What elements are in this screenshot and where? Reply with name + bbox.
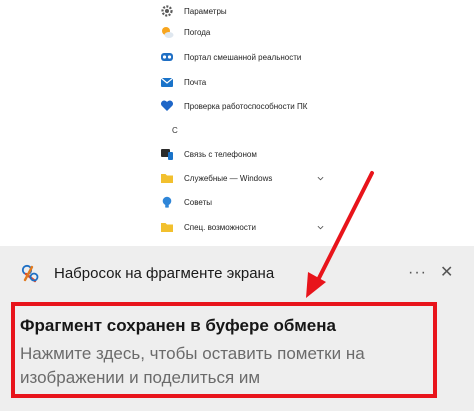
notification-toast[interactable]: Фрагмент сохранен в буфере обмена Нажмит… (11, 302, 437, 398)
app-item-accessibility-folder[interactable]: Спец. возможности (160, 216, 330, 238)
mail-icon (160, 75, 174, 89)
settings-gear-icon (160, 4, 174, 18)
notification-title: Фрагмент сохранен в буфере обмена (20, 316, 336, 335)
app-item-label: Почта (184, 77, 207, 87)
app-item-tips[interactable]: Советы (160, 191, 330, 213)
start-menu-app-list: Параметры Погода Портал смешанной реальн… (0, 0, 474, 246)
close-notification-button[interactable]: ✕ (440, 262, 453, 282)
more-options-button[interactable]: ··· (408, 264, 427, 282)
notification-header: Набросок на фрагменте экрана (20, 262, 274, 284)
app-item-mixed-reality[interactable]: Портал смешанной реальности (160, 46, 330, 68)
app-item-windows-tools-folder[interactable]: Служебные — Windows (160, 167, 330, 189)
app-item-label: Проверка работоспособности ПК (184, 101, 308, 111)
app-item-mail[interactable]: Почта (160, 71, 330, 93)
letter-group-header[interactable]: С (172, 126, 178, 135)
notification-body: Нажмите здесь, чтобы оставить пометки на… (20, 344, 365, 387)
app-item-label: Служебные — Windows (184, 173, 273, 183)
notification-app-name: Набросок на фрагменте экрана (54, 264, 275, 282)
app-item-label: Погода (184, 27, 211, 37)
pc-health-icon (160, 99, 174, 113)
phone-link-icon (160, 147, 174, 161)
folder-icon (160, 171, 174, 185)
app-item-pc-health[interactable]: Проверка работоспособности ПК (160, 95, 330, 117)
app-item-label: Связь с телефоном (184, 149, 257, 159)
app-item-label: Советы (184, 197, 212, 207)
chevron-down-icon[interactable] (317, 224, 324, 231)
mixed-reality-icon (160, 50, 174, 64)
app-item-settings[interactable]: Параметры (160, 0, 330, 22)
app-item-label: Портал смешанной реальности (184, 52, 302, 62)
app-item-label: Параметры (184, 6, 227, 16)
app-item-label: Спец. возможности (184, 222, 256, 232)
snip-sketch-icon (20, 263, 40, 283)
app-item-phone-link[interactable]: Связь с телефоном (160, 143, 330, 165)
app-item-weather[interactable]: Погода (160, 21, 330, 43)
weather-sun-icon (160, 25, 174, 39)
chevron-down-icon[interactable] (317, 175, 324, 182)
folder-icon (160, 220, 174, 234)
tips-icon (160, 195, 174, 209)
